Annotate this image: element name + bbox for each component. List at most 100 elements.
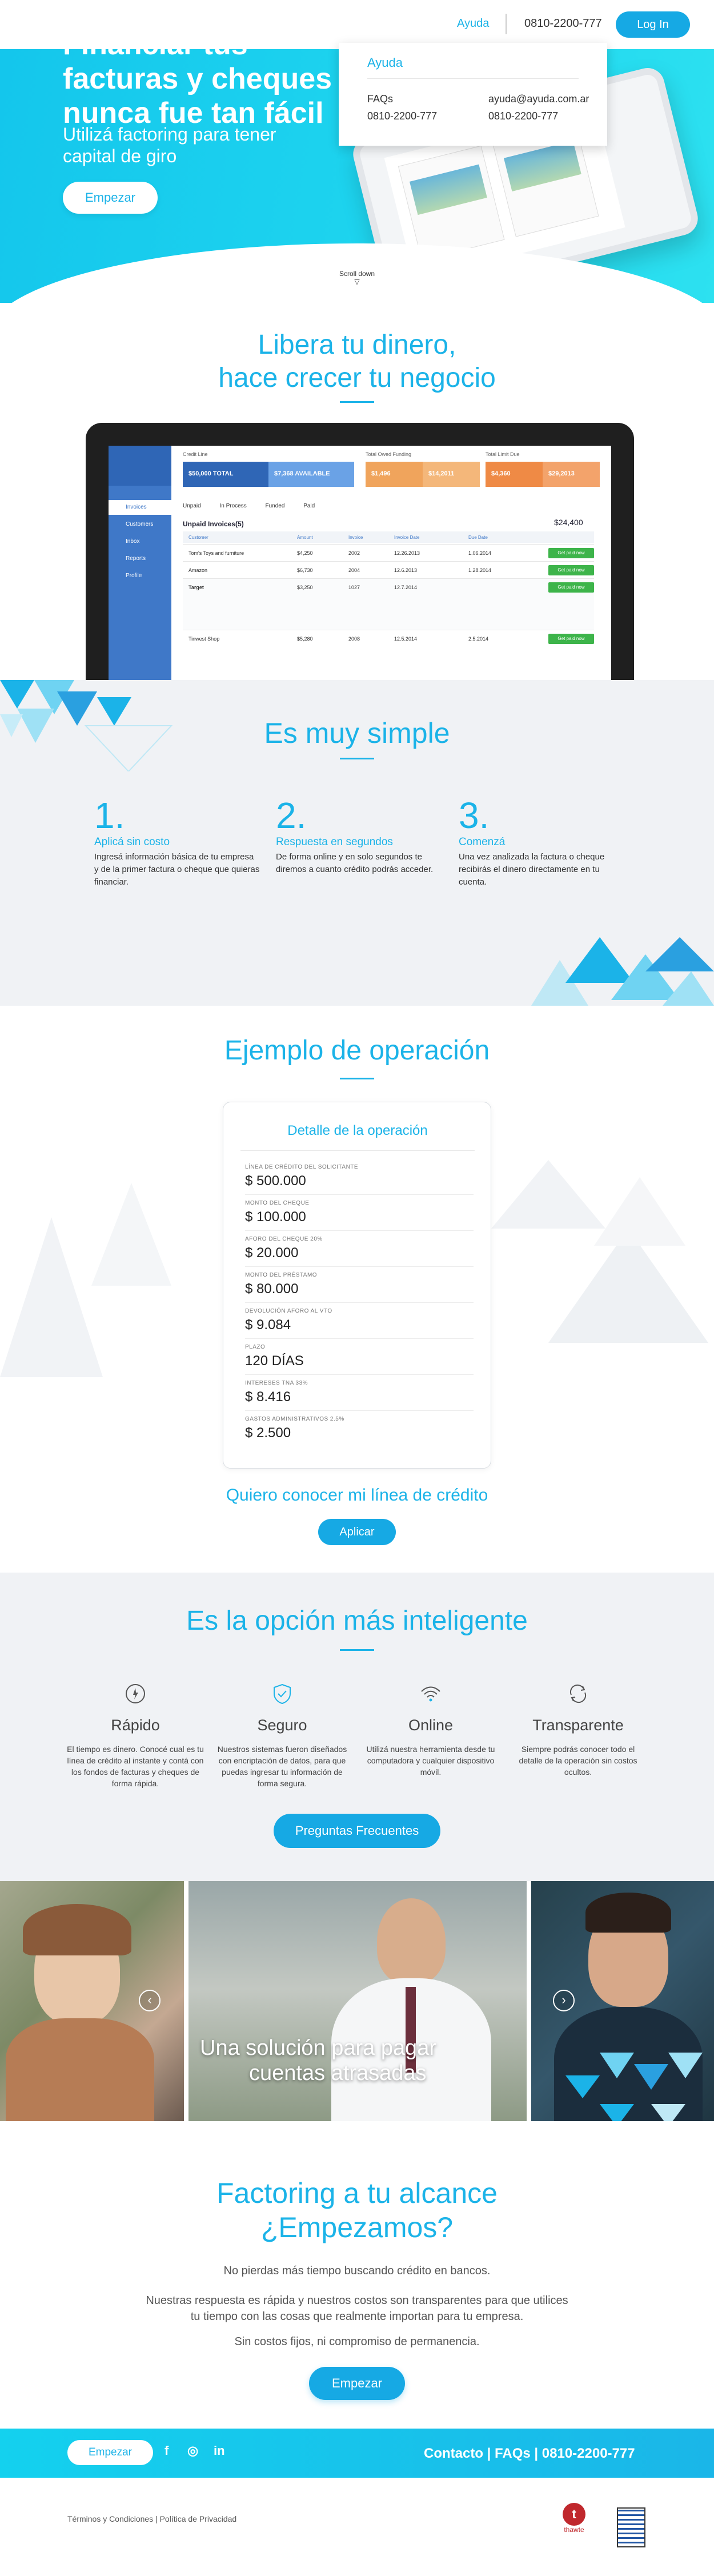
data-fiscal-badge[interactable] (617, 2507, 645, 2547)
detail-item: MONTO DEL CHEQUE $ 100.000 (245, 1195, 474, 1231)
col-date: Invoice Date (394, 535, 420, 540)
invoices-title: Unpaid Invoices(5) (183, 520, 244, 528)
feature-title: Seguro (257, 1717, 307, 1734)
help-email-link[interactable]: ayuda@ayuda.com.ar (488, 93, 589, 105)
row-amount: $4,250 (297, 550, 313, 556)
step-number: 2. (276, 795, 307, 836)
row-date: 12.7.2014 (394, 585, 418, 590)
simple-title: Es muy simple (264, 717, 450, 749)
liberate-title-line1: Libera tu dinero, (258, 330, 456, 360)
invoices-header: Customer Amount Invoice Invoice Date Due… (183, 531, 594, 543)
step-1: 1. Aplicá sin costo Ingresá información … (94, 797, 260, 889)
detail-label: MONTO DEL CHEQUE (245, 1200, 310, 1206)
triangle-decoration-carousel (565, 2053, 703, 2121)
col-due: Due Date (468, 535, 488, 540)
instagram-icon[interactable]: ◎ (187, 2443, 198, 2458)
chevron-down-icon: ▽ (354, 278, 360, 286)
help-phone-alt: 0810-2200-777 (488, 110, 559, 122)
caption-line1: Una solución para pagar (200, 2036, 437, 2060)
detail-item: LÍNEA DE CRÉDITO DEL SOLICITANTE $ 500.0… (245, 1159, 474, 1195)
cta-title-line2: ¿Empezamos? (260, 2211, 454, 2243)
sidebar-item-inbox: Inbox (126, 538, 140, 545)
footer-start-button[interactable]: Empezar (67, 2440, 153, 2465)
detail-label: GASTOS ADMINISTRATIVOS 2.5% (245, 1416, 344, 1422)
step-text: De forma online y en solo segundos te di… (276, 852, 434, 874)
faq-button[interactable]: Preguntas Frecuentes (274, 1814, 440, 1848)
feature-text: Nuestros sistemas fueron diseñados con e… (217, 1745, 347, 1788)
person-hair (23, 1904, 131, 1955)
help-faq-link[interactable]: FAQs (367, 93, 393, 105)
dashboard-sidebar: Invoices Customers Inbox Reports Profile (109, 446, 171, 686)
example-title: Ejemplo de operación (224, 1035, 490, 1066)
detail-item: AFORO DEL CHEQUE 20% $ 20.000 (245, 1231, 474, 1267)
help-dropdown-title: Ayuda (367, 55, 403, 70)
table-row-expanded: Target $3,250 1027 12.7.2014 Get paid no… (183, 578, 594, 630)
sidebar-profile (109, 446, 171, 486)
wifi-icon (421, 1686, 440, 1702)
scroll-down[interactable]: Scroll down ▽ (337, 270, 377, 286)
cta-start-button[interactable]: Empezar (309, 2367, 405, 2400)
detail-label: MONTO DEL PRÉSTAMO (245, 1272, 318, 1278)
footer-links[interactable]: Contacto | FAQs | 0810-2200-777 (424, 2446, 635, 2462)
thawte-logo-icon: t (563, 2503, 585, 2526)
detail-value: $ 8.416 (245, 1389, 291, 1405)
detail-value: $ 9.084 (245, 1317, 291, 1333)
kpi-label: Credit Line (183, 451, 208, 457)
get-paid-button: Get paid now (548, 582, 594, 593)
table-row: Tom's Toys and furniture $4,250 2002 12.… (183, 544, 594, 561)
login-button[interactable]: Log In (616, 11, 690, 38)
help-link[interactable]: Ayuda (457, 17, 489, 30)
detail-item: INTERESES TNA 33% $ 8.416 (245, 1375, 474, 1411)
facebook-icon[interactable]: f (165, 2443, 169, 2458)
help-dropdown: Ayuda FAQs 0810-2200-777 ayuda@ayuda.com… (339, 43, 607, 146)
step-text: Una vez analizada la factura o cheque re… (459, 852, 605, 887)
person-face (377, 1898, 446, 1984)
title-underline (340, 758, 374, 759)
carousel-prev-button[interactable]: ‹ (139, 1990, 161, 2011)
detail-label: AFORO DEL CHEQUE 20% (245, 1236, 323, 1242)
title-underline (340, 1078, 374, 1079)
table-row: Tinwest Shop $5,280 2008 12.5.2014 2.5.2… (183, 630, 594, 647)
nav-separator (506, 14, 507, 34)
tab-unpaid: Unpaid (183, 503, 201, 509)
tablet-card-image (410, 164, 487, 215)
row-customer: Tom's Toys and furniture (188, 550, 244, 556)
thawte-seal: t thawte (560, 2503, 588, 2537)
row-invoice: 2008 (348, 636, 360, 642)
feature-title: Online (408, 1717, 454, 1734)
liberate-title-line2: hace crecer tu negocio (218, 363, 496, 393)
kpi-owed-date: $14,2011 (423, 462, 480, 487)
detail-item: MONTO DEL PRÉSTAMO $ 80.000 (245, 1267, 474, 1303)
smart-title: Es la opción más inteligente (186, 1606, 528, 1636)
sidebar-item-customers: Customers (126, 521, 154, 527)
kpi-credit-total: $50,000 TOTAL (183, 462, 268, 487)
feature-text: Utilizá nuestra herramienta desde tu com… (366, 1745, 495, 1777)
linkedin-icon[interactable]: in (214, 2443, 225, 2458)
kpi-limit-date: $29,2013 (543, 462, 600, 487)
detail-value: 120 DÍAS (245, 1353, 304, 1369)
cta-title: Factoring a tu alcance ¿Empezamos? (0, 2176, 714, 2245)
col-amount: Amount (297, 535, 313, 540)
carousel-next-button[interactable]: › (553, 1990, 575, 2011)
row-invoice: 1027 (348, 585, 360, 590)
apply-button[interactable]: Aplicar (318, 1519, 396, 1545)
kpi-owed: $1,496 (366, 462, 423, 487)
laptop-mockup: Invoices Customers Inbox Reports Profile… (86, 423, 634, 686)
hero-start-button[interactable]: Empezar (63, 182, 158, 214)
legal-links[interactable]: Términos y Condiciones | Política de Pri… (67, 2514, 236, 2523)
row-invoice: 2002 (348, 550, 360, 556)
step-title: Aplicá sin costo (94, 836, 170, 848)
detail-value: $ 100.000 (245, 1209, 306, 1225)
step-3: 3. Comenzá Una vez analizada la factura … (459, 797, 624, 889)
top-navbar: Ayuda 0810-2200-777 Log In (0, 0, 714, 49)
speed-icon (126, 1684, 145, 1703)
detail-item: PLAZO 120 DÍAS (245, 1339, 474, 1375)
kpi-credit-available: $7,368 AVAILABLE (268, 462, 354, 487)
tablet-card-image (503, 141, 581, 191)
cta-paragraph: No pierdas más tiempo buscando crédito e… (223, 2265, 491, 2277)
credit-question: Quiero conocer mi línea de crédito (226, 1486, 488, 1505)
step-title: Respuesta en segundos (276, 836, 393, 848)
col-invoice: Invoice (348, 535, 363, 540)
detail-value: $ 20.000 (245, 1245, 299, 1261)
kpi-label: Total Limit Due (486, 451, 520, 457)
